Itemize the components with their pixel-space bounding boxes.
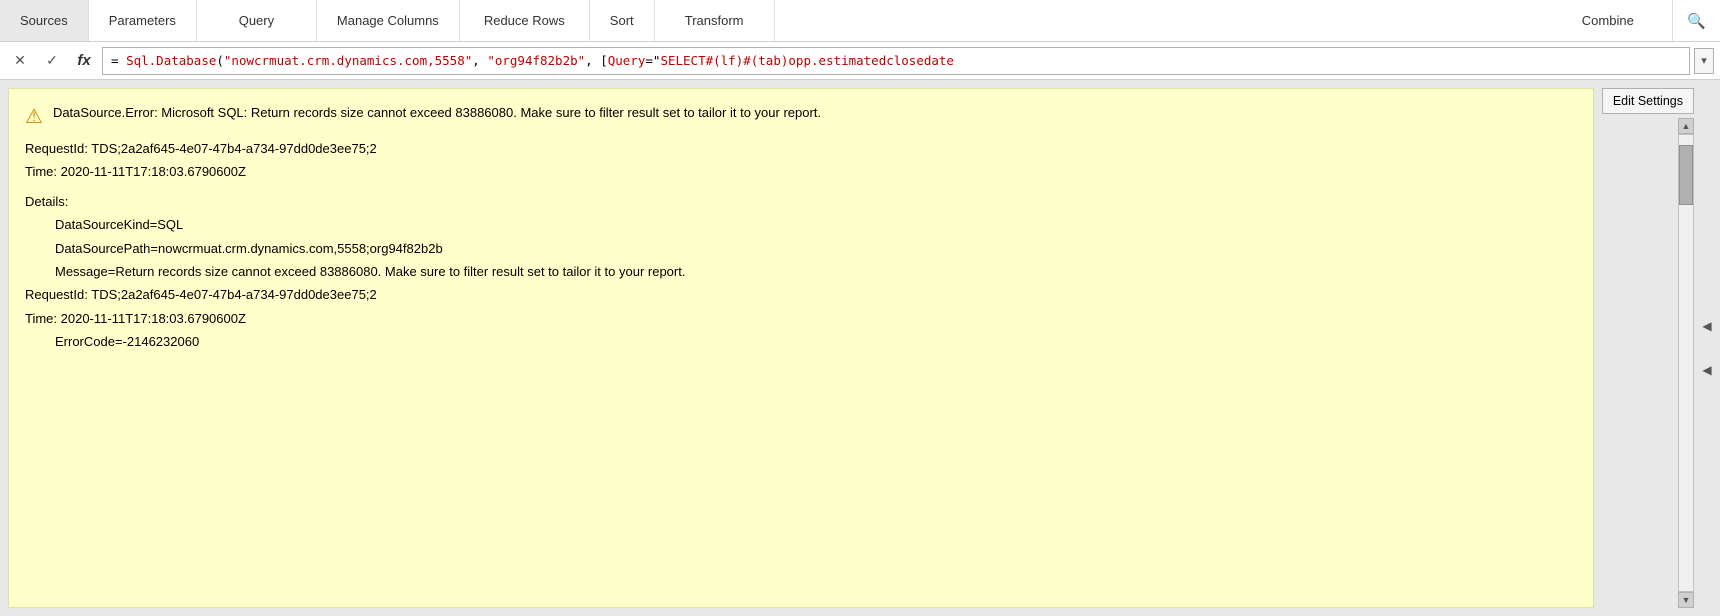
scroll-up-arrow[interactable]: ▲ <box>1678 118 1694 134</box>
details-label: Details: <box>25 190 1577 213</box>
search-button[interactable]: 🔍 <box>1673 0 1720 41</box>
time-1: Time: 2020-11-11T17:18:03.6790600Z <box>25 160 1577 183</box>
error-box: ⚠ DataSource.Error: Microsoft SQL: Retur… <box>8 88 1594 608</box>
menu-manage-columns[interactable]: Manage Columns <box>317 0 460 41</box>
formula-input[interactable]: = Sql.Database("nowcrmuat.crm.dynamics.c… <box>102 47 1690 75</box>
error-code: ErrorCode=-2146232060 <box>25 330 1577 353</box>
warning-icon: ⚠ <box>25 104 43 129</box>
main-panel: ⚠ DataSource.Error: Microsoft SQL: Retur… <box>0 80 1602 616</box>
request-id-1: RequestId: TDS;2a2af645-4e07-47b4-a734-9… <box>25 137 1577 160</box>
menu-manage-columns-label: Manage Columns <box>337 13 439 28</box>
menu-parameters[interactable]: Parameters <box>89 0 197 41</box>
scroll-down-arrow[interactable]: ▼ <box>1678 592 1694 608</box>
menu-reduce-rows[interactable]: Reduce Rows <box>460 0 590 41</box>
menu-query[interactable]: Query <box>197 0 317 41</box>
right-side: Edit Settings ▲ ▼ ◀ ◀ <box>1602 80 1720 616</box>
menu-bar: Sources Parameters Query Manage Columns … <box>0 0 1720 42</box>
request-id-2: RequestId: TDS;2a2af645-4e07-47b4-a734-9… <box>25 283 1577 306</box>
menu-spacer <box>775 0 1544 41</box>
datasource-path: DataSourcePath=nowcrmuat.crm.dynamics.co… <box>25 237 1577 260</box>
collapse-up-arrow[interactable]: ◀ <box>1702 319 1711 333</box>
menu-transform[interactable]: Transform <box>655 0 775 41</box>
content-area: ⚠ DataSource.Error: Microsoft SQL: Retur… <box>0 80 1720 616</box>
time-2: Time: 2020-11-11T17:18:03.6790600Z <box>25 307 1577 330</box>
error-header: ⚠ DataSource.Error: Microsoft SQL: Retur… <box>25 103 1577 129</box>
formula-text: = Sql.Database("nowcrmuat.crm.dynamics.c… <box>111 53 1681 68</box>
scroll-track[interactable] <box>1678 134 1694 592</box>
menu-query-label: Query <box>239 13 274 28</box>
fx-button[interactable]: fx <box>70 48 98 74</box>
menu-combine-label: Combine <box>1582 13 1634 28</box>
error-body: RequestId: TDS;2a2af645-4e07-47b4-a734-9… <box>25 137 1577 354</box>
menu-sort[interactable]: Sort <box>590 0 655 41</box>
formula-expand-button[interactable]: ▾ <box>1694 48 1714 74</box>
cancel-button[interactable]: ✕ <box>6 48 34 74</box>
menu-sources-label: Sources <box>20 13 68 28</box>
collapse-down-arrow[interactable]: ◀ <box>1702 363 1711 377</box>
menu-parameters-label: Parameters <box>109 13 176 28</box>
scroll-thumb[interactable] <box>1679 145 1693 205</box>
datasource-kind: DataSourceKind=SQL <box>25 213 1577 236</box>
search-icon: 🔍 <box>1687 12 1706 30</box>
menu-sources[interactable]: Sources <box>0 0 89 41</box>
accept-button[interactable]: ✓ <box>38 48 66 74</box>
menu-transform-label: Transform <box>685 13 744 28</box>
edit-settings-button[interactable]: Edit Settings <box>1602 88 1694 114</box>
collapse-arrows: ◀ ◀ <box>1698 84 1716 612</box>
menu-combine[interactable]: Combine <box>1543 0 1673 41</box>
menu-reduce-rows-label: Reduce Rows <box>484 13 565 28</box>
error-title: DataSource.Error: Microsoft SQL: Return … <box>53 103 821 123</box>
formula-bar: ✕ ✓ fx = Sql.Database("nowcrmuat.crm.dyn… <box>0 42 1720 80</box>
menu-sort-label: Sort <box>610 13 634 28</box>
error-message: Message=Return records size cannot excee… <box>25 260 1577 283</box>
